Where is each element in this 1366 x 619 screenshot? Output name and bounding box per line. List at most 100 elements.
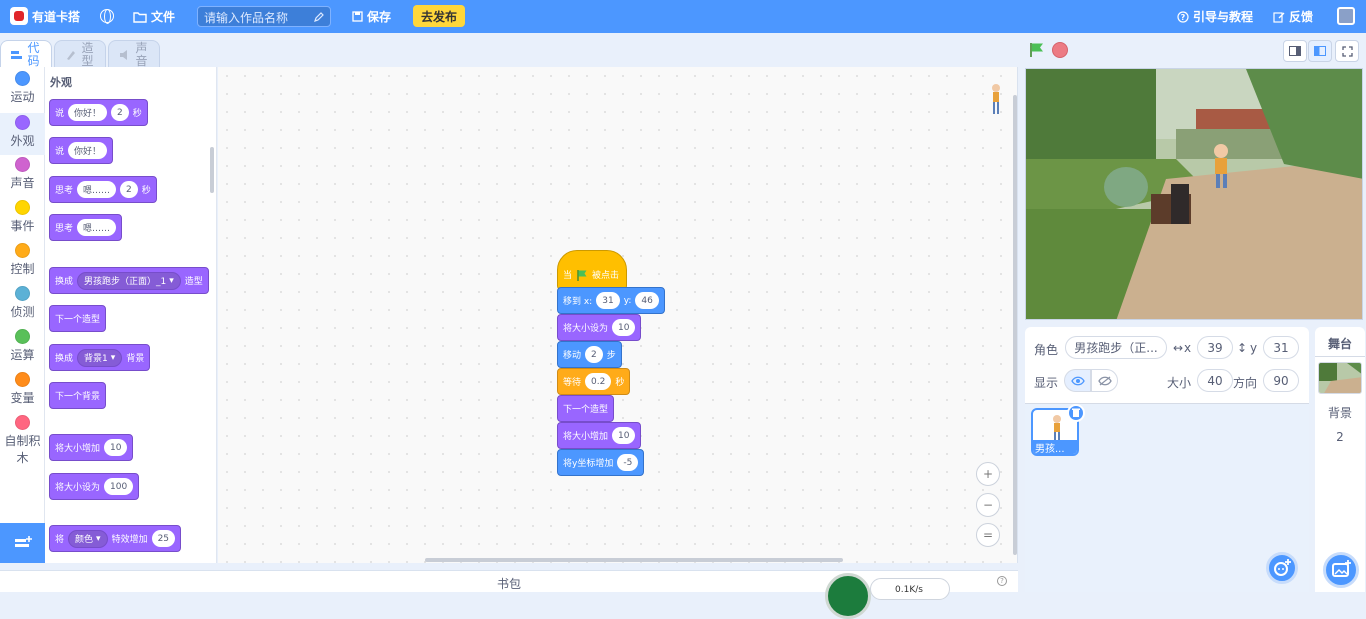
- block-input[interactable]: 你好！: [68, 104, 108, 121]
- large-stage-button[interactable]: [1308, 40, 1332, 62]
- green-flag-icon: [577, 270, 587, 281]
- block-input[interactable]: 100: [104, 478, 134, 495]
- publish-button[interactable]: 去发布: [413, 5, 465, 27]
- small-stage-button[interactable]: [1283, 40, 1307, 62]
- sprite-name-input[interactable]: 男孩跑步（正...: [1065, 336, 1167, 359]
- category-motion-label: 运动: [10, 90, 35, 104]
- add-sprite-cat-icon: [1274, 559, 1291, 576]
- direction-input[interactable]: 90: [1263, 369, 1299, 392]
- costume-dropdown[interactable]: 男孩跑步（正面）_1 ▾: [77, 271, 181, 290]
- move-steps-block[interactable]: 移动 2 步: [557, 341, 622, 368]
- workspace-vertical-scrollbar[interactable]: [1013, 95, 1017, 555]
- user-avatar[interactable]: [1337, 7, 1355, 25]
- sound-dot-icon: [15, 157, 30, 172]
- zoom-in-button[interactable]: +: [976, 462, 1000, 486]
- add-extension-button[interactable]: [0, 523, 45, 563]
- effect-dropdown[interactable]: 颜色 ▾: [68, 529, 108, 548]
- category-events[interactable]: 事件: [0, 200, 45, 234]
- change-size-block[interactable]: 将大小增加 10: [557, 422, 642, 449]
- think-for-secs-block[interactable]: 思考 嗯…… 2 秒: [49, 176, 157, 203]
- block-input[interactable]: 2: [585, 346, 603, 363]
- next-backdrop-block[interactable]: 下一个背景: [49, 382, 107, 409]
- wait-block[interactable]: 等待 0.2 秒: [557, 368, 631, 395]
- sprite-thumbnail-name: 男孩...: [1033, 440, 1077, 454]
- x-arrows-icon: ↔: [1173, 341, 1184, 355]
- add-sprite-button[interactable]: [1266, 552, 1298, 584]
- category-my-blocks[interactable]: 自制积木: [0, 415, 45, 466]
- green-flag-button[interactable]: [1029, 42, 1045, 58]
- size-input[interactable]: 40: [1197, 369, 1233, 392]
- floating-assistant-ball[interactable]: [825, 573, 871, 619]
- category-looks[interactable]: 外观: [0, 113, 45, 155]
- tab-sounds[interactable]: 声音: [108, 40, 160, 68]
- block-input[interactable]: -5: [617, 454, 639, 471]
- change-effect-block[interactable]: 将 颜色 ▾ 特效增加 25: [49, 525, 182, 552]
- goto-xy-block[interactable]: 移到 x: 31 y: 46: [557, 287, 665, 314]
- operators-dot-icon: [15, 329, 30, 344]
- fullscreen-button[interactable]: [1335, 40, 1359, 62]
- hide-sprite-button[interactable]: [1091, 369, 1118, 392]
- say-block[interactable]: 说 你好！: [49, 137, 114, 164]
- stage-heading: 舞台: [1315, 327, 1365, 357]
- category-motion[interactable]: 运动: [0, 71, 45, 105]
- change-y-block[interactable]: 将y坐标增加 -5: [557, 449, 645, 476]
- set-size-block[interactable]: 将大小设为 10: [557, 314, 642, 341]
- category-sound[interactable]: 声音: [0, 157, 45, 191]
- x-input[interactable]: 39: [1197, 336, 1233, 359]
- palette-heading: 外观: [50, 76, 72, 89]
- zoom-out-button[interactable]: −: [976, 493, 1000, 517]
- project-title-input[interactable]: 请输入作品名称: [197, 6, 331, 27]
- stage-canvas[interactable]: [1025, 68, 1363, 320]
- block-input[interactable]: 0.2: [585, 373, 612, 390]
- block-input[interactable]: 嗯……: [77, 219, 117, 236]
- help-icon[interactable]: ?: [997, 576, 1007, 586]
- next-costume-block[interactable]: 下一个造型: [557, 395, 615, 422]
- say-for-secs-block[interactable]: 说 你好！ 2 秒: [49, 99, 148, 126]
- zoom-reset-button[interactable]: =: [976, 523, 1000, 547]
- category-sensing[interactable]: 侦测: [0, 286, 45, 320]
- when-flag-clicked-block[interactable]: 当 被点击: [557, 250, 627, 290]
- block-input[interactable]: 10: [104, 439, 128, 456]
- backdrop-dropdown[interactable]: 背景1 ▾: [77, 348, 123, 367]
- block-text: 当: [563, 271, 573, 281]
- think-block[interactable]: 思考 嗯……: [49, 214, 123, 241]
- switch-backdrop-block[interactable]: 换成 背景1 ▾ 背景: [49, 344, 151, 371]
- show-sprite-button[interactable]: [1064, 369, 1091, 392]
- block-input[interactable]: 10: [612, 319, 636, 336]
- logo-icon: [10, 7, 28, 25]
- y-input[interactable]: 31: [1263, 336, 1299, 359]
- palette-scrollbar[interactable]: [210, 147, 214, 193]
- category-operators[interactable]: 运算: [0, 329, 45, 363]
- category-control[interactable]: 控制: [0, 243, 45, 277]
- tab-sounds-label: 声音: [135, 40, 148, 68]
- block-input[interactable]: 2: [111, 104, 129, 121]
- stop-button[interactable]: [1052, 42, 1068, 58]
- tab-code[interactable]: 代码: [0, 40, 52, 68]
- tab-costumes[interactable]: 造型: [54, 40, 106, 68]
- block-input[interactable]: 2: [120, 181, 138, 198]
- category-variables[interactable]: 变量: [0, 372, 45, 406]
- delete-sprite-button[interactable]: [1067, 404, 1085, 422]
- add-backdrop-button[interactable]: [1323, 552, 1359, 588]
- workspace-horizontal-scrollbar[interactable]: [425, 558, 843, 562]
- next-costume-block[interactable]: 下一个造型: [49, 305, 107, 332]
- switch-costume-block[interactable]: 换成 男孩跑步（正面）_1 ▾ 造型: [49, 267, 209, 294]
- save-button[interactable]: 保存: [352, 8, 391, 25]
- block-input[interactable]: 46: [635, 292, 659, 309]
- category-looks-label: 外观: [10, 134, 35, 148]
- block-input[interactable]: 嗯……: [77, 181, 117, 198]
- block-input[interactable]: 25: [151, 530, 176, 547]
- change-size-block[interactable]: 将大小增加 10: [49, 434, 134, 461]
- block-input[interactable]: 10: [612, 427, 636, 444]
- backdrops-count: 2: [1336, 430, 1344, 444]
- block-input[interactable]: 31: [596, 292, 620, 309]
- set-size-block[interactable]: 将大小设为 100: [49, 473, 140, 500]
- file-menu[interactable]: 文件: [133, 8, 175, 25]
- brand-logo[interactable]: 有道卡搭: [10, 7, 80, 25]
- tutorial-button[interactable]: ? 引导与教程: [1177, 8, 1253, 25]
- feedback-button[interactable]: 反馈: [1273, 8, 1313, 25]
- language-globe-icon[interactable]: [100, 9, 114, 24]
- block-input[interactable]: 你好！: [68, 142, 108, 159]
- script-workspace[interactable]: 当 被点击 移到 x: 31 y: 46 将大小设为 10 移动 2 步 等待 …: [218, 67, 1018, 563]
- park-backdrop-image: [1026, 69, 1362, 319]
